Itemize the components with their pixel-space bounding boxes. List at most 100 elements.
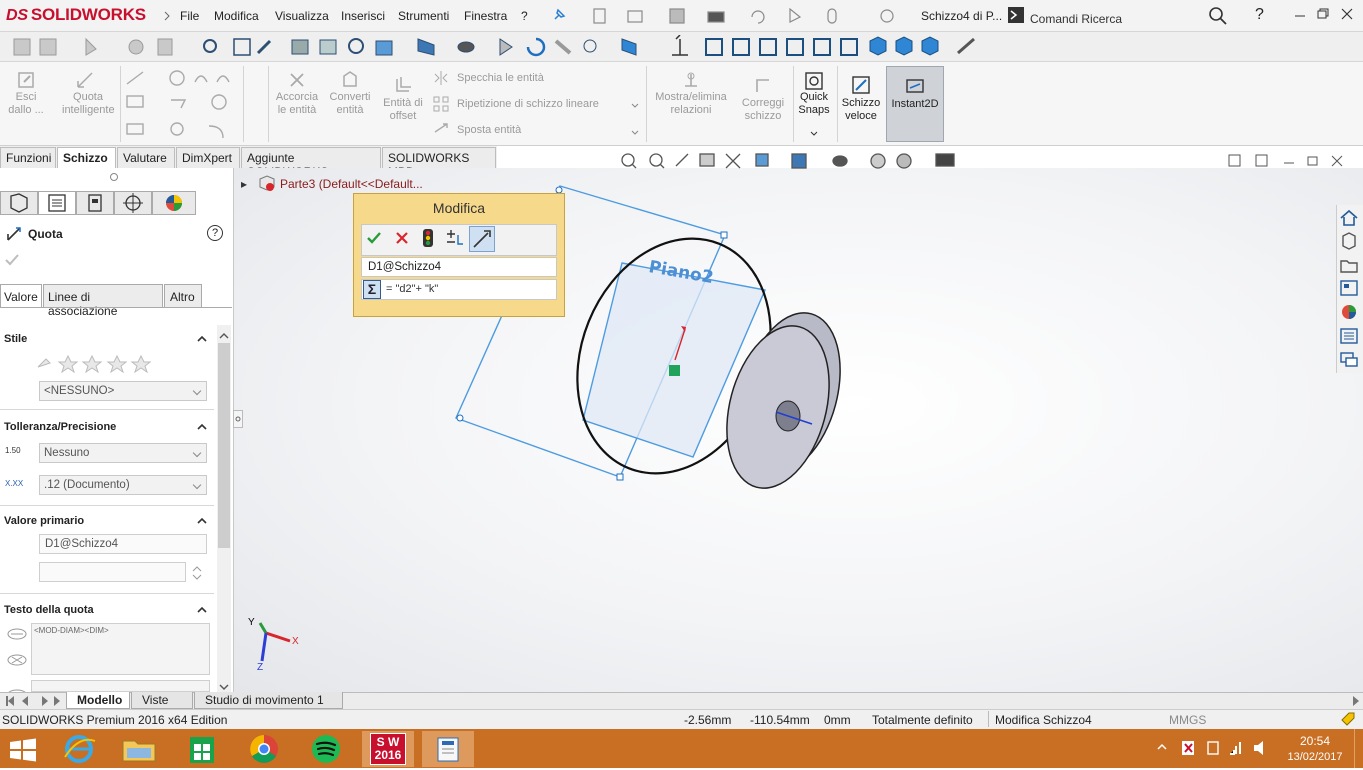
dimension-name-field[interactable]: D1@Schizzo4 xyxy=(361,257,557,277)
dimension-text-box-2[interactable] xyxy=(31,680,210,692)
cancel-x-icon[interactable] xyxy=(394,230,410,246)
scroll-right-icon[interactable] xyxy=(1351,694,1361,708)
ok-check-icon[interactable] xyxy=(366,230,382,246)
collapse-chevron-icon[interactable] xyxy=(197,515,207,525)
spin-buttons-icon[interactable] xyxy=(190,563,204,583)
panel-scrollbar-thumb[interactable] xyxy=(218,343,230,548)
forum-icon[interactable] xyxy=(1338,350,1360,370)
restore-icon[interactable] xyxy=(1316,6,1330,22)
scroll-down-icon[interactable] xyxy=(219,680,229,690)
tab-valutare[interactable]: Valutare xyxy=(117,147,175,168)
tab-funzioni[interactable]: Funzioni xyxy=(0,147,56,168)
display-relations-button[interactable]: Mostra/elimina relazioni xyxy=(650,91,732,117)
dropdown-arrow-icon[interactable] xyxy=(630,99,640,108)
search-icon[interactable] xyxy=(1208,6,1228,26)
menu-strumenti[interactable]: Strumenti xyxy=(398,9,449,23)
primary-value-name-field[interactable]: D1@Schizzo4 xyxy=(39,534,207,554)
sketch-entity-icons[interactable] xyxy=(125,68,240,140)
propertymanager-tab[interactable] xyxy=(38,191,76,215)
tab-studio-movimento[interactable]: Studio di movimento 1 xyxy=(194,692,343,709)
style-select[interactable]: <NESSUNO> xyxy=(39,381,207,401)
menu-inserisci[interactable]: Inserisci xyxy=(341,9,385,23)
menu-finestra[interactable]: Finestra xyxy=(464,9,507,23)
rapid-sketch-button[interactable]: Schizzo veloce xyxy=(838,97,884,123)
tab-dimxpert[interactable]: DimXpert xyxy=(176,147,240,168)
custom-properties-icon[interactable] xyxy=(1338,326,1360,346)
style-icons[interactable] xyxy=(34,353,154,374)
tab-scroll-arrows[interactable] xyxy=(4,694,62,708)
dimension-text-box[interactable]: <MOD-DIAM><DIM> xyxy=(31,623,210,675)
tab-viste-3d[interactable]: Viste 3D xyxy=(131,692,193,721)
feature-tree-root[interactable]: Parte3 (Default<<Default... xyxy=(280,177,423,191)
spotify-icon[interactable] xyxy=(302,731,350,767)
menu-modifica[interactable]: Modifica xyxy=(214,9,259,23)
configurationmanager-tab[interactable] xyxy=(76,191,114,215)
close-icon[interactable] xyxy=(1340,6,1354,22)
file-explorer-icon[interactable] xyxy=(1338,255,1360,275)
menu-arrow-icon[interactable] xyxy=(162,6,172,26)
view-palette-icon[interactable] xyxy=(1338,278,1360,298)
tab-mbd[interactable]: SOLIDWORKS MBD xyxy=(382,147,496,179)
equation-sigma-icon[interactable]: Σ xyxy=(363,280,381,299)
dropdown-arrow-icon[interactable] xyxy=(809,127,819,136)
rebuild-traffic-light-icon[interactable] xyxy=(421,228,435,248)
text-justify-icons[interactable] xyxy=(6,627,28,667)
home-icon[interactable] xyxy=(1338,208,1360,228)
viewport-window-controls[interactable] xyxy=(1228,154,1353,168)
scroll-up-icon[interactable] xyxy=(219,329,229,339)
help-question-icon[interactable]: ? xyxy=(207,225,223,241)
windows-start-icon[interactable] xyxy=(0,731,48,767)
reverse-sense-icon[interactable] xyxy=(445,229,465,247)
heads-up-view-toolbar[interactable] xyxy=(616,150,976,172)
quick-snaps-button[interactable]: Quick Snaps xyxy=(795,91,833,117)
file-explorer-taskbar-icon[interactable] xyxy=(115,731,163,767)
collapse-chevron-icon[interactable] xyxy=(197,421,207,431)
editor-taskbar-app[interactable] xyxy=(422,731,474,767)
exit-sketch-button[interactable]: Esci dallo ... xyxy=(4,91,48,117)
menu-help[interactable]: ? xyxy=(521,9,528,23)
move-entities-button[interactable]: Sposta entità xyxy=(457,124,521,137)
help-icon[interactable]: ? xyxy=(1255,6,1264,24)
chrome-icon[interactable] xyxy=(240,731,288,767)
smart-dimension-button[interactable]: Quota intelligente xyxy=(62,91,115,117)
linear-pattern-button[interactable]: Ripetizione di schizzo lineare xyxy=(457,98,599,111)
appearances-icon[interactable] xyxy=(1338,302,1360,322)
tab-linee-associazione[interactable]: Linee di associazione xyxy=(43,284,163,318)
tolerance-select[interactable]: Nessuno xyxy=(39,443,207,463)
offset-entities-button[interactable]: Entità di offset xyxy=(380,97,426,123)
panel-splitter-handle[interactable] xyxy=(233,410,243,428)
menu-file[interactable]: File xyxy=(180,9,199,23)
windows-store-icon[interactable] xyxy=(178,731,226,767)
tag-icon[interactable] xyxy=(1340,711,1356,727)
mark-driving-dimension-icon[interactable] xyxy=(469,226,495,252)
pin-icon[interactable] xyxy=(551,7,567,23)
tab-schizzo[interactable]: Schizzo xyxy=(57,147,116,168)
dimxpertmanager-tab[interactable] xyxy=(114,191,152,215)
internet-explorer-icon[interactable] xyxy=(55,731,103,767)
mirror-entities-button[interactable]: Specchia le entità xyxy=(457,72,544,85)
ok-check-disabled-icon[interactable] xyxy=(4,252,20,268)
featuremanager-tab[interactable] xyxy=(0,191,38,215)
tools-icon-strip[interactable] xyxy=(8,34,988,59)
minimize-icon[interactable] xyxy=(1293,6,1307,22)
tab-aggiunte[interactable]: Aggiunte SOLIDWORKS xyxy=(241,147,381,179)
convert-entities-button[interactable]: Converti entità xyxy=(327,91,373,117)
displaymanager-tab[interactable] xyxy=(152,191,196,215)
search-commands-label[interactable]: Comandi Ricerca xyxy=(1028,9,1266,31)
tab-modello[interactable]: Modello xyxy=(66,692,130,709)
tray-overflow-icon[interactable] xyxy=(1156,741,1168,753)
panel-collapse-handle[interactable] xyxy=(110,173,118,181)
status-units[interactable]: MMGS xyxy=(1169,713,1206,727)
solidworks-logo[interactable]: DS SOLIDWORKS xyxy=(6,5,146,25)
tab-valore[interactable]: Valore xyxy=(0,284,42,308)
tab-altro[interactable]: Altro xyxy=(164,284,202,308)
trim-entities-button[interactable]: Accorcia le entità xyxy=(274,91,320,117)
collapse-chevron-icon[interactable] xyxy=(197,604,207,614)
dropdown-arrow-icon[interactable] xyxy=(630,126,640,135)
tree-expand-arrow-icon[interactable]: ▸ xyxy=(241,177,247,191)
collapse-chevron-icon[interactable] xyxy=(197,333,207,343)
design-library-icon[interactable] xyxy=(1338,231,1360,251)
show-desktop-button[interactable] xyxy=(1354,729,1363,768)
precision-select[interactable]: .12 (Documento) xyxy=(39,475,207,495)
menu-visualizza[interactable]: Visualizza xyxy=(275,9,329,23)
